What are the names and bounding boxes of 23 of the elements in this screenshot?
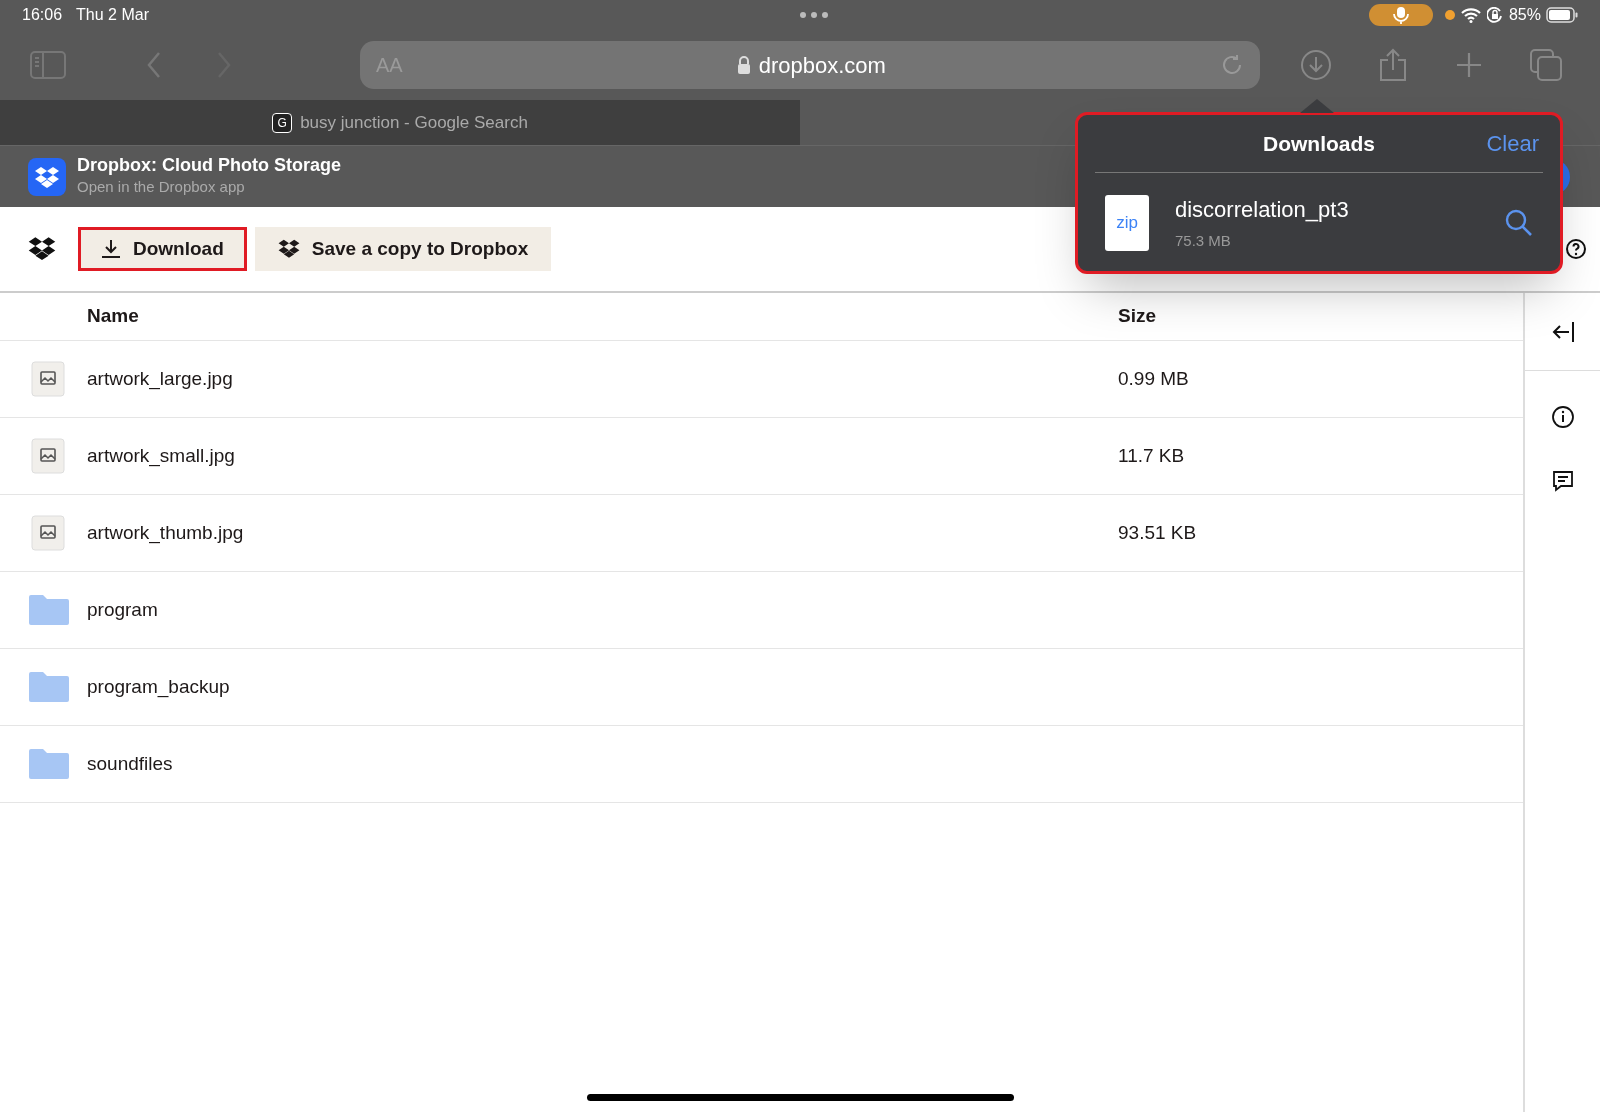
file-name: program_backup bbox=[87, 674, 231, 700]
file-size: 93.51 KB bbox=[1118, 520, 1197, 545]
column-header: Size bbox=[1118, 304, 1157, 329]
favicon: G bbox=[272, 112, 293, 133]
download-file-size: 75.3 MB bbox=[1175, 231, 1232, 252]
file-size: 11.7 KB bbox=[1118, 443, 1185, 468]
banner-title: Dropbox: Cloud Photo Storage bbox=[77, 154, 341, 177]
file-size: 0.99 MB bbox=[1118, 366, 1189, 391]
file-name: artwork_thumb.jpg bbox=[87, 520, 245, 546]
file-name: program bbox=[87, 597, 159, 622]
status-date: Thu 2 Mar bbox=[76, 5, 149, 25]
file-name: soundfiles bbox=[87, 751, 174, 776]
zip-file-icon: zip bbox=[1105, 195, 1149, 251]
column-header: Name bbox=[86, 304, 140, 329]
battery-percent: 85% bbox=[1508, 5, 1541, 25]
popover-title: Downloads bbox=[1263, 130, 1375, 157]
status-time: 16:06 bbox=[22, 5, 63, 25]
url-text: dropbox.com bbox=[758, 51, 886, 80]
file-name: artwork_small.jpg bbox=[87, 443, 236, 469]
tab-title: busy junction - Google Search bbox=[300, 111, 528, 134]
banner-subtitle: Open in the Dropbox app bbox=[77, 177, 246, 198]
file-name: artwork_large.jpg bbox=[87, 366, 234, 392]
download-file-name: discorrelation_pt3 bbox=[1175, 196, 1350, 225]
